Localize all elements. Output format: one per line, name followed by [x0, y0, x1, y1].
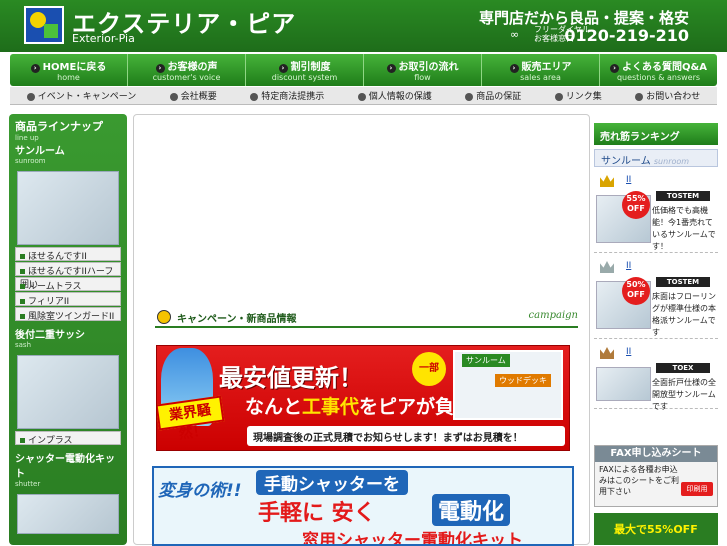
crown-silver-icon [600, 261, 614, 273]
subnav-legal[interactable]: 特定商法提携示 [250, 89, 324, 102]
right-column: 売れ筋ランキング サンルーム sunroom II 55% OFF TOSTEM… [594, 123, 718, 545]
discount-badge: 55% OFF [622, 191, 650, 219]
banner-subheadline: なんと工事代をピアが負担 [245, 396, 474, 418]
ranking-item[interactable]: II 55% OFF TOSTEM 低価格でも高機能！今1番売れているサンルーム… [594, 167, 718, 253]
arrow-icon: › [30, 64, 40, 73]
ranking-item[interactable]: II 50% OFF TOSTEM 床面はフローリングが標準仕様の本格派サンルー… [594, 253, 718, 339]
promo-banner[interactable]: 最大で55%OFF [594, 513, 718, 545]
sub-nav: イベント・キャンペーン 会社概要 特定商法提携示 個人情報の保護 商品の保証 リ… [10, 87, 717, 105]
ranking-item-name[interactable]: II [626, 347, 631, 357]
ranking-item-desc: 低価格でも高機能！今1番売れているサンルームです！ [652, 206, 716, 251]
fax-title: FAX申し込みシート [595, 446, 717, 462]
sunroom-image[interactable] [17, 171, 119, 245]
nav-faq[interactable]: › よくある質問Q&A questions & answers [600, 54, 717, 86]
campaign-title: キャンペーン・新商品情報 [177, 314, 297, 325]
print-button[interactable]: 印刷用 [681, 482, 713, 496]
bullet-icon [465, 92, 474, 101]
banner2-line3: 窓用シャッター電動化キット [302, 531, 523, 546]
subnav-company[interactable]: 会社概要 [169, 89, 217, 102]
ranking-item-name[interactable]: II [626, 175, 631, 185]
category-sunroom[interactable]: サンルーム sunroom [9, 138, 127, 169]
subnav-links[interactable]: リンク集 [554, 89, 602, 102]
maker-logo: TOSTEM [656, 191, 710, 201]
brand-logo[interactable] [24, 6, 64, 44]
bullet-icon [554, 92, 563, 101]
nav-discount[interactable]: › 割引制度 discount system [246, 54, 364, 86]
sidebar-item-roomtruss[interactable]: ルームトラス [15, 277, 121, 292]
freedial-icon: ∞ [510, 28, 520, 41]
nav-sales-area[interactable]: › 販売エリア sales area [482, 54, 600, 86]
banner-headline: 最安値更新！ [219, 364, 363, 392]
sidebar-item-inplus[interactable]: インプラス [15, 431, 121, 446]
subnav-privacy[interactable]: 個人情報の保護 [357, 89, 432, 102]
nav-flow[interactable]: › お取引の流れ flow [364, 54, 482, 86]
sunroom-tag: サンルーム [462, 354, 510, 367]
subnav-warranty[interactable]: 商品の保証 [465, 89, 521, 102]
deck-tag: ウッドデッキ [495, 374, 551, 387]
crown-bronze-icon [600, 347, 614, 359]
nav-customer-voice[interactable]: › お客様の声 customer's voice [128, 54, 246, 86]
product-image[interactable] [596, 367, 651, 401]
subnav-campaign[interactable]: イベント・キャンペーン [26, 89, 136, 102]
ranking-item-desc: 全面折戸仕様の全開放型サンルームです [652, 378, 716, 411]
ranking-title: 売れ筋ランキング [594, 123, 718, 145]
bullet-icon [357, 92, 366, 101]
main-content: キャンペーン・新商品情報 campaign 最安値更新！ なんと工事代をピアが負… [133, 114, 590, 546]
banner2-lead: 変身の術!! [158, 481, 242, 501]
banner2-line2: 手軽に 安く [258, 501, 376, 526]
campaign-header: キャンペーン・新商品情報 campaign [155, 310, 578, 328]
site-header: エクステリア・ピア Exterior-Pia 専門店だから良品・提案・格安 ∞ … [0, 0, 727, 52]
category-sash[interactable]: 後付二重サッシ sash [9, 322, 127, 353]
phone-number: 0120-219-210 [564, 26, 689, 45]
sash-image[interactable] [17, 355, 119, 429]
main-nav: › HOMEに戻る home › お客様の声 customer's voice › 割引制… [10, 54, 717, 86]
ranking-category: サンルーム sunroom [594, 149, 718, 167]
sidebar-item-hoserundesu2[interactable]: ほせるんですII [15, 247, 121, 262]
bullet-icon [250, 92, 259, 101]
bullet-icon [169, 92, 178, 101]
partial-badge: 一部 [412, 352, 446, 386]
ranking-item-desc: 床面はフローリングが標準仕様の本格派サンルームです [652, 292, 716, 337]
sidebar: 商品ラインナップ line up サンルーム sunroom ほせるんですII ほせ… [9, 114, 127, 545]
crown-gold-icon [600, 175, 614, 187]
ranking-item-name[interactable]: II [626, 261, 631, 271]
arrow-icon: › [155, 64, 165, 73]
sidebar-title: 商品ラインナップ line up [15, 120, 103, 142]
subnav-contact[interactable]: お問い合わせ [635, 89, 700, 102]
nav-home[interactable]: › HOMEに戻る home [10, 54, 128, 86]
bullet-icon [26, 92, 35, 101]
arrow-icon: › [610, 64, 620, 73]
arrow-icon: › [278, 64, 288, 73]
banner2-line1: 手動シャッターを [256, 470, 408, 495]
fax-sheet[interactable]: FAX申し込みシート FAXによる各種お申込みはこのシートをご利用下さい 印刷用 [594, 445, 718, 507]
sidebar-item-filia2[interactable]: フィリアII [15, 292, 121, 307]
campaign-label: campaign [528, 310, 578, 321]
sidebar-item-twinguard2[interactable]: 風除室ツインガードII [15, 307, 121, 322]
smiley-icon [157, 310, 171, 324]
ranking-item[interactable]: II TOEX 全面折戸仕様の全開放型サンルームです [594, 339, 718, 411]
brand-subtitle: Exterior-Pia [72, 32, 135, 45]
banner-note: 現場調査後の正式見積でお知らせします！まずはお見積を！ [247, 426, 565, 446]
campaign-banner-shutter[interactable]: 変身の術!! 手動シャッターを 手軽に 安く 電動化 窓用シャッター電動化キット [152, 466, 574, 546]
bullet-icon [635, 92, 644, 101]
maker-logo: TOSTEM [656, 277, 710, 287]
banner2-electric: 電動化 [432, 494, 511, 526]
campaign-banner-price[interactable]: 最安値更新！ なんと工事代をピアが負担 現場調査後の正式見積でお知らせします！ま… [156, 345, 570, 451]
shutter-image[interactable] [17, 494, 119, 534]
category-shutter[interactable]: シャッター電動化キット shutter [9, 446, 127, 492]
arrow-icon: › [386, 64, 396, 73]
discount-badge: 50% OFF [622, 277, 650, 305]
arrow-icon: › [509, 64, 519, 73]
maker-logo: TOEX [656, 363, 710, 373]
sidebar-item-hoserundesu2-half[interactable]: ほせるんですIIハーフ囲い [15, 262, 121, 290]
